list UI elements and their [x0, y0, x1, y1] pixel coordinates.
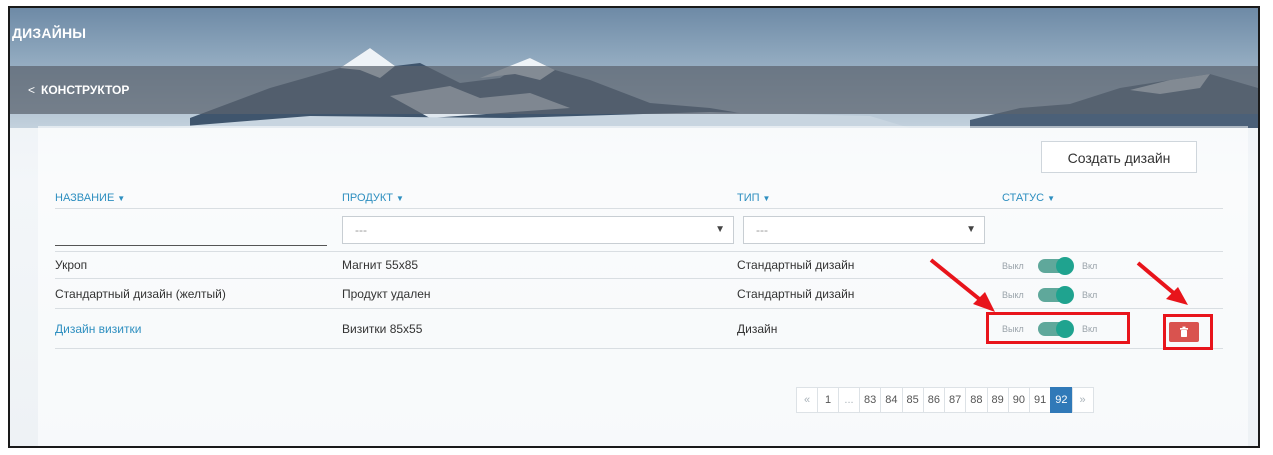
row-divider: [55, 278, 1223, 279]
column-header-status[interactable]: СТАТУС ▼: [1002, 192, 1055, 204]
product-filter-select[interactable]: --- ▼: [342, 216, 734, 244]
pagination-page[interactable]: 83: [859, 387, 882, 413]
annotation-highlight-delete: [1163, 314, 1213, 350]
row-1-status-toggle[interactable]: [1038, 257, 1074, 275]
column-header-label: СТАТУС: [1002, 192, 1045, 204]
annotation-arrow-icon: [1136, 261, 1188, 305]
caret-down-icon: ▼: [1047, 194, 1055, 203]
row-1-name: Укроп: [55, 258, 88, 272]
row-divider: [55, 308, 1223, 309]
pagination-page[interactable]: 89: [986, 387, 1009, 413]
column-header-label: НАЗВАНИЕ: [55, 192, 115, 204]
row-2-status-toggle[interactable]: [1038, 286, 1074, 304]
page-title: ДИЗАЙНЫ: [12, 25, 87, 41]
type-filter-value: ---: [756, 223, 768, 237]
toggle-knob: [1056, 257, 1074, 275]
create-design-button[interactable]: Создать дизайн: [1041, 141, 1197, 173]
toggle-on-label: Вкл: [1082, 290, 1098, 300]
type-filter-select[interactable]: --- ▼: [743, 216, 985, 244]
column-header-type[interactable]: ТИП ▼: [737, 192, 770, 204]
app-screen: ДИЗАЙНЫ < КОНСТРУКТОР Создать дизайн НАЗВ…: [10, 8, 1258, 446]
pagination-page[interactable]: 86: [922, 387, 945, 413]
row-1-product: Магнит 55x85: [342, 258, 419, 272]
back-to-constructor-link[interactable]: < КОНСТРУКТОР: [28, 66, 129, 114]
filter-divider: [55, 251, 1223, 252]
product-filter-value: ---: [355, 223, 367, 237]
breadcrumb-bar: [10, 66, 1258, 114]
row-3-type: Дизайн: [737, 322, 778, 336]
toggle-knob: [1056, 286, 1074, 304]
column-header-name[interactable]: НАЗВАНИЕ ▼: [55, 192, 125, 204]
pagination-next-button[interactable]: »: [1071, 387, 1094, 413]
column-header-label: ПРОДУКТ: [342, 192, 394, 204]
pagination-page[interactable]: 88: [965, 387, 988, 413]
pagination-page[interactable]: 84: [880, 387, 903, 413]
app-window: ДИЗАЙНЫ < КОНСТРУКТОР Создать дизайн НАЗВ…: [8, 6, 1260, 448]
pagination-page[interactable]: 91: [1029, 387, 1052, 413]
header-divider: [55, 208, 1223, 209]
pagination-page-first[interactable]: 1: [817, 387, 839, 413]
chevron-down-icon: ▼: [715, 224, 725, 235]
row-1-type: Стандартный дизайн: [737, 258, 855, 272]
caret-down-icon: ▼: [762, 194, 771, 203]
row-2-type: Стандартный дизайн: [737, 287, 855, 301]
toggle-off-label: Выкл: [1002, 261, 1024, 271]
chevron-down-icon: ▼: [966, 224, 976, 235]
annotation-arrow-icon: [929, 258, 995, 312]
row-3-product: Визитки 85x55: [342, 322, 423, 336]
toggle-on-label: Вкл: [1082, 261, 1098, 271]
pagination: « 1 ... 83 84 85 86 87 88 89 90 91 92 »: [796, 387, 1094, 413]
caret-down-icon: ▼: [117, 194, 126, 203]
pagination-page[interactable]: 87: [944, 387, 967, 413]
pagination-prev-button[interactable]: «: [796, 387, 818, 413]
chevron-left-icon: <: [28, 83, 36, 97]
annotation-highlight-toggle: [986, 312, 1130, 344]
row-2-name: Стандартный дизайн (желтый): [55, 287, 226, 301]
column-header-label: ТИП: [737, 192, 760, 204]
row-divider: [55, 348, 1223, 349]
column-header-product[interactable]: ПРОДУКТ ▼: [342, 192, 404, 204]
caret-down-icon: ▼: [396, 194, 404, 203]
pagination-page[interactable]: 90: [1007, 387, 1030, 413]
pagination-page[interactable]: 85: [901, 387, 924, 413]
name-filter-input[interactable]: [55, 216, 327, 246]
pagination-page-current[interactable]: 92: [1050, 387, 1073, 413]
pagination-ellipsis: ...: [838, 387, 860, 413]
row-3-name-link[interactable]: Дизайн визитки: [55, 322, 141, 336]
row-2-product: Продукт удален: [342, 287, 431, 301]
back-link-label: КОНСТРУКТОР: [41, 83, 130, 97]
toggle-off-label: Выкл: [1002, 290, 1024, 300]
screenshot-frame: ДИЗАЙНЫ < КОНСТРУКТОР Создать дизайн НАЗВ…: [0, 0, 1273, 455]
